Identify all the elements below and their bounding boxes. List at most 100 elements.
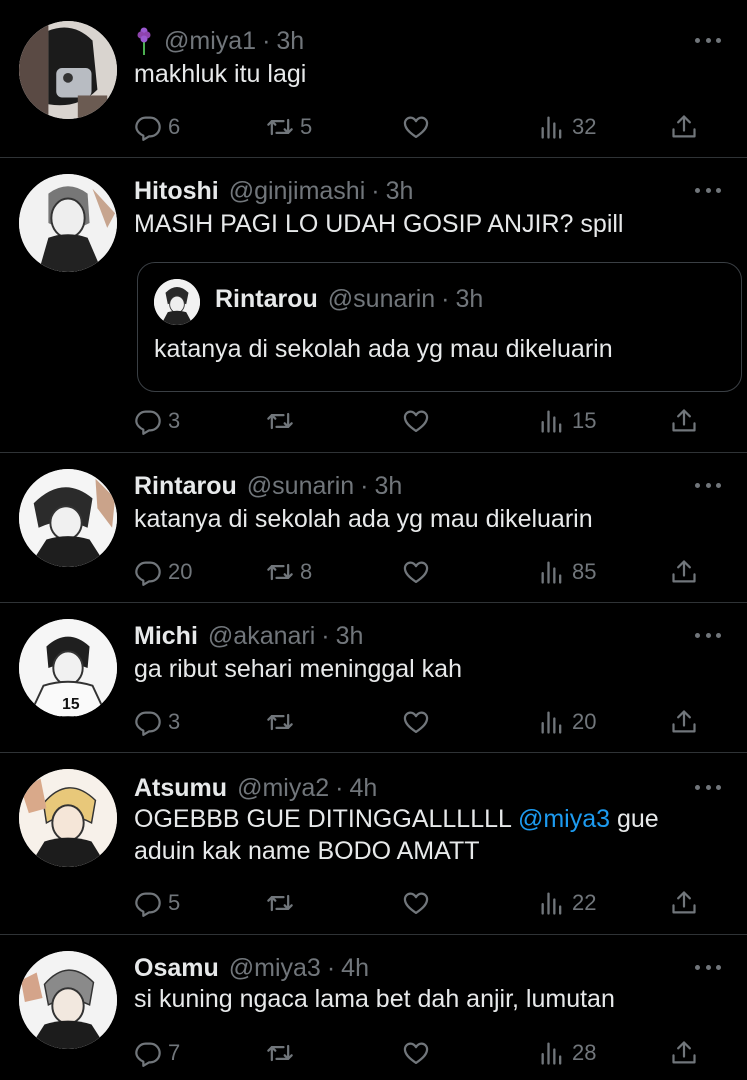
user-handle[interactable]: @miya3 xyxy=(229,954,321,983)
views-button[interactable]: 15 xyxy=(538,404,596,438)
display-name[interactable]: Osamu xyxy=(134,954,219,983)
reply-count: 7 xyxy=(168,1040,181,1065)
timestamp[interactable]: 3h xyxy=(386,177,414,206)
like-button[interactable] xyxy=(402,110,436,144)
avatar[interactable] xyxy=(19,174,117,272)
reply-count: 6 xyxy=(168,114,181,139)
more-options-icon[interactable] xyxy=(695,475,721,495)
display-name[interactable]: Rintarou xyxy=(134,472,237,501)
separator: · xyxy=(335,773,344,802)
like-button[interactable] xyxy=(402,1036,436,1070)
views-button[interactable]: 85 xyxy=(538,555,596,589)
tweet[interactable]: Osamu @miya3 · 4h si kuning ngaca lama b… xyxy=(0,935,747,1080)
more-options-icon[interactable] xyxy=(695,30,721,50)
retweet-button[interactable]: 8 xyxy=(266,555,312,589)
views-chart-icon xyxy=(538,407,566,435)
like-button[interactable] xyxy=(402,886,436,920)
retweet-button[interactable]: 5 xyxy=(266,110,312,144)
reply-button[interactable]: 7 xyxy=(134,1036,180,1070)
timestamp[interactable]: 3h xyxy=(336,622,364,651)
avatar[interactable]: 15 xyxy=(19,619,117,717)
more-options-icon[interactable] xyxy=(695,777,721,797)
like-button[interactable] xyxy=(402,404,436,438)
retweet-button[interactable] xyxy=(266,705,300,739)
quoted-tweet[interactable]: Rintarou @sunarin · 3h katanya di sekola… xyxy=(137,262,742,392)
share-button[interactable] xyxy=(670,110,698,144)
tweet[interactable]: Atsumu @miya2 · 4h OGEBBB GUE DITINGGALL… xyxy=(0,753,747,935)
tweet-actions: 5 22 xyxy=(134,886,700,920)
user-handle[interactable]: @miya1 xyxy=(164,27,256,56)
views-button[interactable]: 28 xyxy=(538,1036,596,1070)
mention-link[interactable]: @miya3 xyxy=(518,805,610,833)
display-name[interactable]: Hitoshi xyxy=(134,177,219,206)
reply-button[interactable]: 20 xyxy=(134,555,192,589)
share-button[interactable] xyxy=(670,705,698,739)
reply-button[interactable]: 5 xyxy=(134,886,180,920)
avatar[interactable] xyxy=(19,469,117,567)
user-handle[interactable]: @miya2 xyxy=(237,774,329,803)
views-button[interactable]: 22 xyxy=(538,886,596,920)
share-icon xyxy=(670,889,698,917)
retweet-icon xyxy=(266,113,294,141)
view-count: 22 xyxy=(572,890,597,915)
quoted-avatar xyxy=(154,279,200,325)
avatar[interactable] xyxy=(19,769,117,867)
retweet-icon xyxy=(266,558,294,586)
share-button[interactable] xyxy=(670,404,698,438)
share-icon xyxy=(670,113,698,141)
views-button[interactable]: 32 xyxy=(538,110,596,144)
views-button[interactable]: 20 xyxy=(538,705,596,739)
like-button[interactable] xyxy=(402,705,436,739)
more-options-icon[interactable] xyxy=(695,180,721,200)
tweet[interactable]: 15 Michi @akanari · 3h ga ribut sehari m… xyxy=(0,603,747,753)
view-count: 85 xyxy=(572,559,597,584)
reply-icon xyxy=(134,113,162,141)
views-chart-icon xyxy=(538,1039,566,1067)
tweet-text-line: OGEBBB GUE DITINGGALLLLLL @miya3 gue xyxy=(134,803,707,835)
timestamp[interactable]: 3h xyxy=(374,472,402,501)
share-button[interactable] xyxy=(670,555,698,589)
retweet-button[interactable] xyxy=(266,404,300,438)
display-name[interactable]: Michi xyxy=(134,622,198,651)
tweet-text: makhluk itu lagi xyxy=(134,60,307,88)
avatar[interactable] xyxy=(19,21,117,119)
view-count: 28 xyxy=(572,1040,597,1065)
avatar[interactable] xyxy=(19,951,117,1049)
like-button[interactable] xyxy=(402,555,436,589)
retweet-button[interactable] xyxy=(266,886,300,920)
svg-text:15: 15 xyxy=(62,696,80,713)
reply-button[interactable]: 3 xyxy=(134,404,180,438)
user-handle[interactable]: @akanari xyxy=(208,622,315,651)
reply-button[interactable]: 6 xyxy=(134,110,180,144)
timestamp[interactable]: 3h xyxy=(276,27,304,56)
separator: · xyxy=(326,953,336,982)
share-button[interactable] xyxy=(670,1036,698,1070)
user-handle[interactable]: @ginjimashi xyxy=(229,177,366,206)
tweet[interactable]: Rintarou @sunarin · 3h katanya di sekola… xyxy=(0,453,747,603)
separator: · xyxy=(321,621,330,650)
heart-icon xyxy=(402,558,430,586)
view-count: 20 xyxy=(572,709,597,734)
tweet-actions: 20 8 85 xyxy=(134,555,700,589)
retweet-icon xyxy=(266,407,294,435)
tweet-actions: 3 15 xyxy=(134,404,700,438)
more-options-icon[interactable] xyxy=(695,625,721,645)
share-icon xyxy=(670,708,698,736)
tweet-actions: 6 5 32 xyxy=(134,110,700,144)
display-name[interactable]: Atsumu xyxy=(134,774,227,803)
retweet-button[interactable] xyxy=(266,1036,300,1070)
tweet[interactable]: @miya1 · 3h makhluk itu lagi 6 5 32 xyxy=(0,0,747,158)
tweet[interactable]: Hitoshi @ginjimashi · 3h MASIH PAGI LO U… xyxy=(0,158,747,453)
retweet-icon xyxy=(266,708,294,736)
reply-button[interactable]: 3 xyxy=(134,705,180,739)
timestamp[interactable]: 4h xyxy=(349,774,377,803)
timestamp[interactable]: 4h xyxy=(341,954,369,983)
user-handle[interactable]: @sunarin xyxy=(247,472,354,501)
share-icon xyxy=(670,407,698,435)
retweet-icon xyxy=(266,889,294,917)
tweet-text-line: aduin kak name BODO AMATT xyxy=(134,837,480,865)
tweet-actions: 3 20 xyxy=(134,705,700,739)
tweet-header: Atsumu @miya2 · 4h xyxy=(134,771,377,805)
more-options-icon[interactable] xyxy=(695,957,721,977)
share-button[interactable] xyxy=(670,886,698,920)
